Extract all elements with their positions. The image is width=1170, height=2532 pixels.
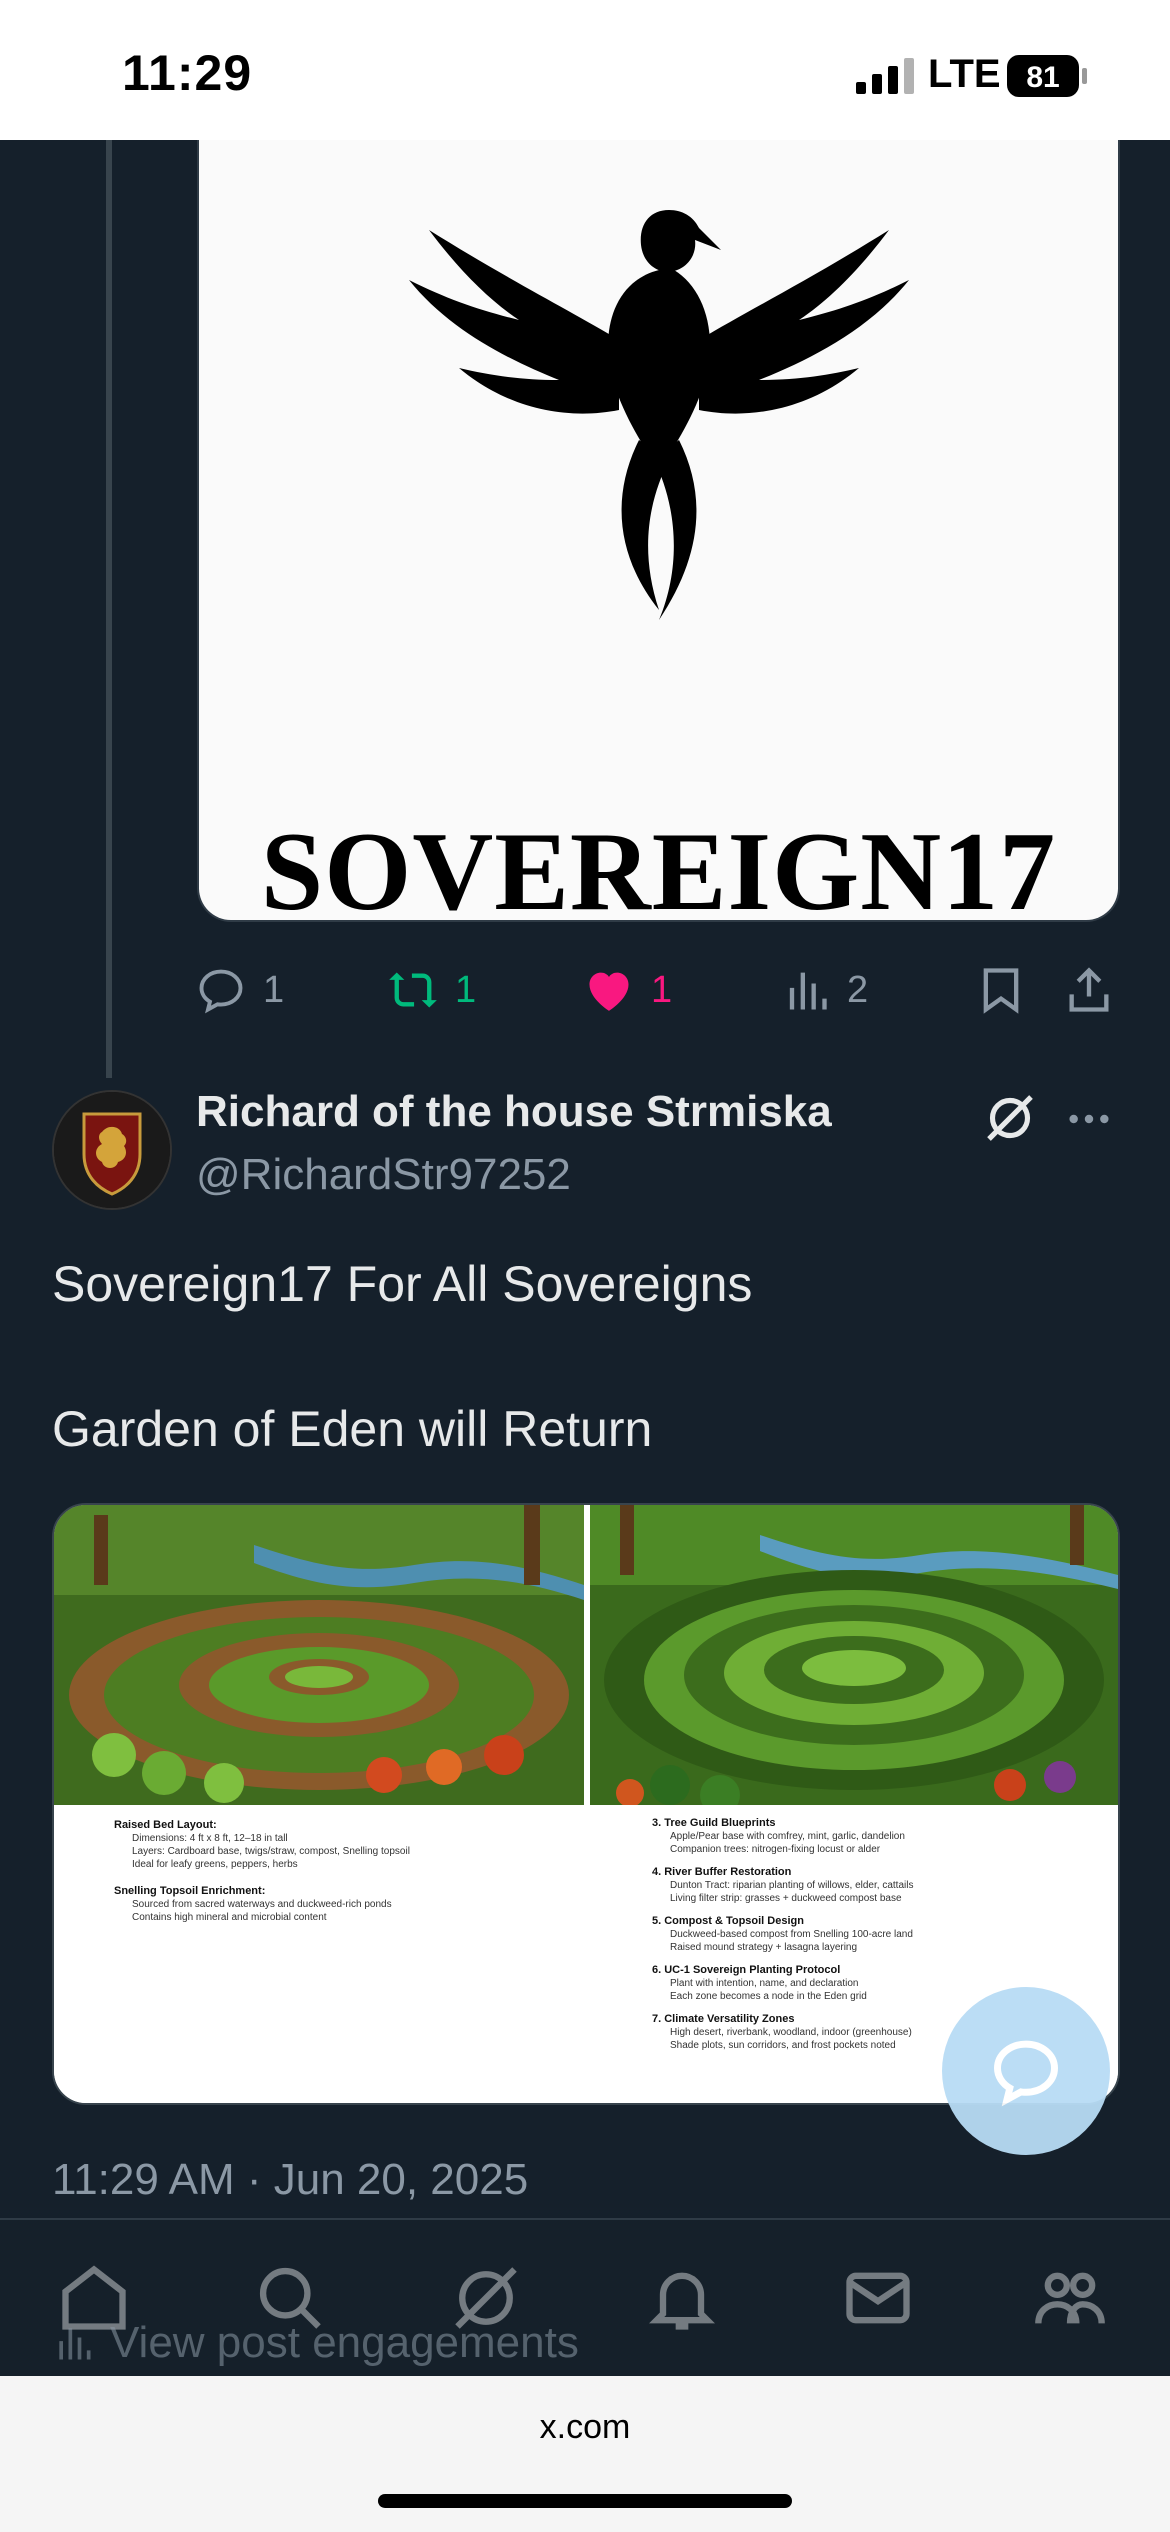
share-button[interactable]: [1063, 950, 1131, 1030]
bell-icon[interactable]: [644, 2260, 720, 2336]
status-time: 11:29: [122, 45, 253, 101]
battery-level: 81: [1026, 61, 1059, 94]
repost-count: 1: [455, 968, 477, 1011]
communities-icon[interactable]: [1032, 2260, 1108, 2336]
garden-doc-left: Raised Bed Layout: Dimensions: 4 ft x 8 …: [54, 1811, 584, 2103]
doc-heading: 3. Tree Guild Blueprints: [652, 1817, 776, 1829]
post-actions: 1 1 1 2: [195, 950, 1120, 1030]
doc-item: Companion trees: nitrogen-fixing locust …: [670, 1844, 881, 1855]
doc-item: Dunton Tract: riparian planting of willo…: [670, 1880, 914, 1891]
reply-button[interactable]: 1: [195, 950, 284, 1030]
phoenix-logo: [409, 210, 909, 620]
home-indicator[interactable]: [378, 2494, 792, 2508]
media-image-left[interactable]: Raised Bed Layout: Dimensions: 4 ft x 8 …: [54, 1505, 584, 2103]
compose-reply-icon: [994, 2040, 1058, 2107]
url-text[interactable]: x.com: [0, 2408, 1170, 2447]
author-handle[interactable]: @RichardStr97252: [196, 1150, 571, 1200]
signal-icon: [856, 58, 914, 94]
garden-illustration-right: [590, 1505, 1118, 1805]
doc-heading: Snelling Topsoil Enrichment:: [114, 1885, 266, 1897]
previous-post-image[interactable]: SOVEREIGN17: [197, 140, 1120, 922]
doc-heading: 5. Compost & Topsoil Design: [652, 1915, 804, 1927]
mail-icon[interactable]: [840, 2260, 916, 2336]
lion-crest-icon: [54, 1092, 170, 1208]
garden-illustration-left: [54, 1505, 584, 1805]
network-label: LTE: [928, 52, 1001, 96]
share-icon: [1069, 967, 1109, 1012]
view-engagements-link[interactable]: View post engagements: [52, 2318, 579, 2368]
logo-wordmark: SOVEREIGN17: [260, 810, 1057, 922]
reply-icon: [199, 969, 243, 1014]
doc-heading: 4. River Buffer Restoration: [652, 1866, 792, 1878]
reply-count: 1: [263, 968, 285, 1011]
doc-item: Contains high mineral and microbial cont…: [132, 1912, 327, 1923]
doc-item: Apple/Pear base with comfrey, mint, garl…: [670, 1831, 905, 1842]
doc-item: Sourced from sacred waterways and duckwe…: [132, 1899, 392, 1910]
doc-heading: Raised Bed Layout:: [114, 1819, 217, 1831]
post-text-line2: Garden of Eden will Return: [52, 1401, 653, 1457]
like-count: 1: [651, 968, 673, 1011]
views-count: 2: [847, 968, 869, 1011]
heart-icon: [589, 972, 629, 1011]
author-avatar[interactable]: [52, 1090, 172, 1210]
view-engagements-label: View post engagements: [110, 2318, 579, 2367]
like-button[interactable]: 1: [583, 950, 672, 1030]
doc-item: Plant with intention, name, and declarat…: [670, 1978, 859, 1989]
post-media: Raised Bed Layout: Dimensions: 4 ft x 8 …: [52, 1503, 1120, 2105]
analytics-icon: [59, 2328, 91, 2360]
views-icon: [789, 972, 827, 1010]
browser-url-bar: x.com: [0, 2376, 1170, 2532]
thread-connector: [106, 140, 112, 1078]
post-text-line1: Sovereign17 For All Sovereigns: [52, 1256, 753, 1312]
post-timestamp: 11:29 AM · Jun 20, 2025: [52, 2155, 529, 2204]
status-bar: 11:29 LTE 81: [0, 0, 1170, 140]
more-icon[interactable]: [1066, 1096, 1112, 1142]
bookmark-button[interactable]: [975, 950, 1043, 1030]
compose-reply-button[interactable]: [942, 1987, 1110, 2155]
views-button[interactable]: 2: [779, 950, 868, 1030]
grok-icon[interactable]: [982, 1090, 1038, 1146]
doc-heading: 6. UC-1 Sovereign Planting Protocol: [652, 1964, 841, 1976]
repost-button[interactable]: 1: [387, 950, 476, 1030]
repost-icon: [389, 972, 437, 1008]
battery-icon: 81: [1007, 55, 1087, 97]
doc-item: Raised mound strategy + lasagna layering: [670, 1942, 858, 1953]
bookmark-icon: [983, 968, 1019, 1014]
doc-item: Duckweed-based compost from Snelling 100…: [670, 1929, 913, 1940]
author-name[interactable]: Richard of the house Strmiska: [196, 1087, 832, 1137]
doc-item: Layers: Cardboard base, twigs/straw, com…: [132, 1846, 410, 1857]
doc-item: Ideal for leafy greens, peppers, herbs: [132, 1859, 298, 1870]
doc-item: Dimensions: 4 ft x 8 ft, 12–18 in tall: [132, 1833, 288, 1844]
doc-item: Living filter strip: grasses + duckweed …: [670, 1893, 902, 1904]
